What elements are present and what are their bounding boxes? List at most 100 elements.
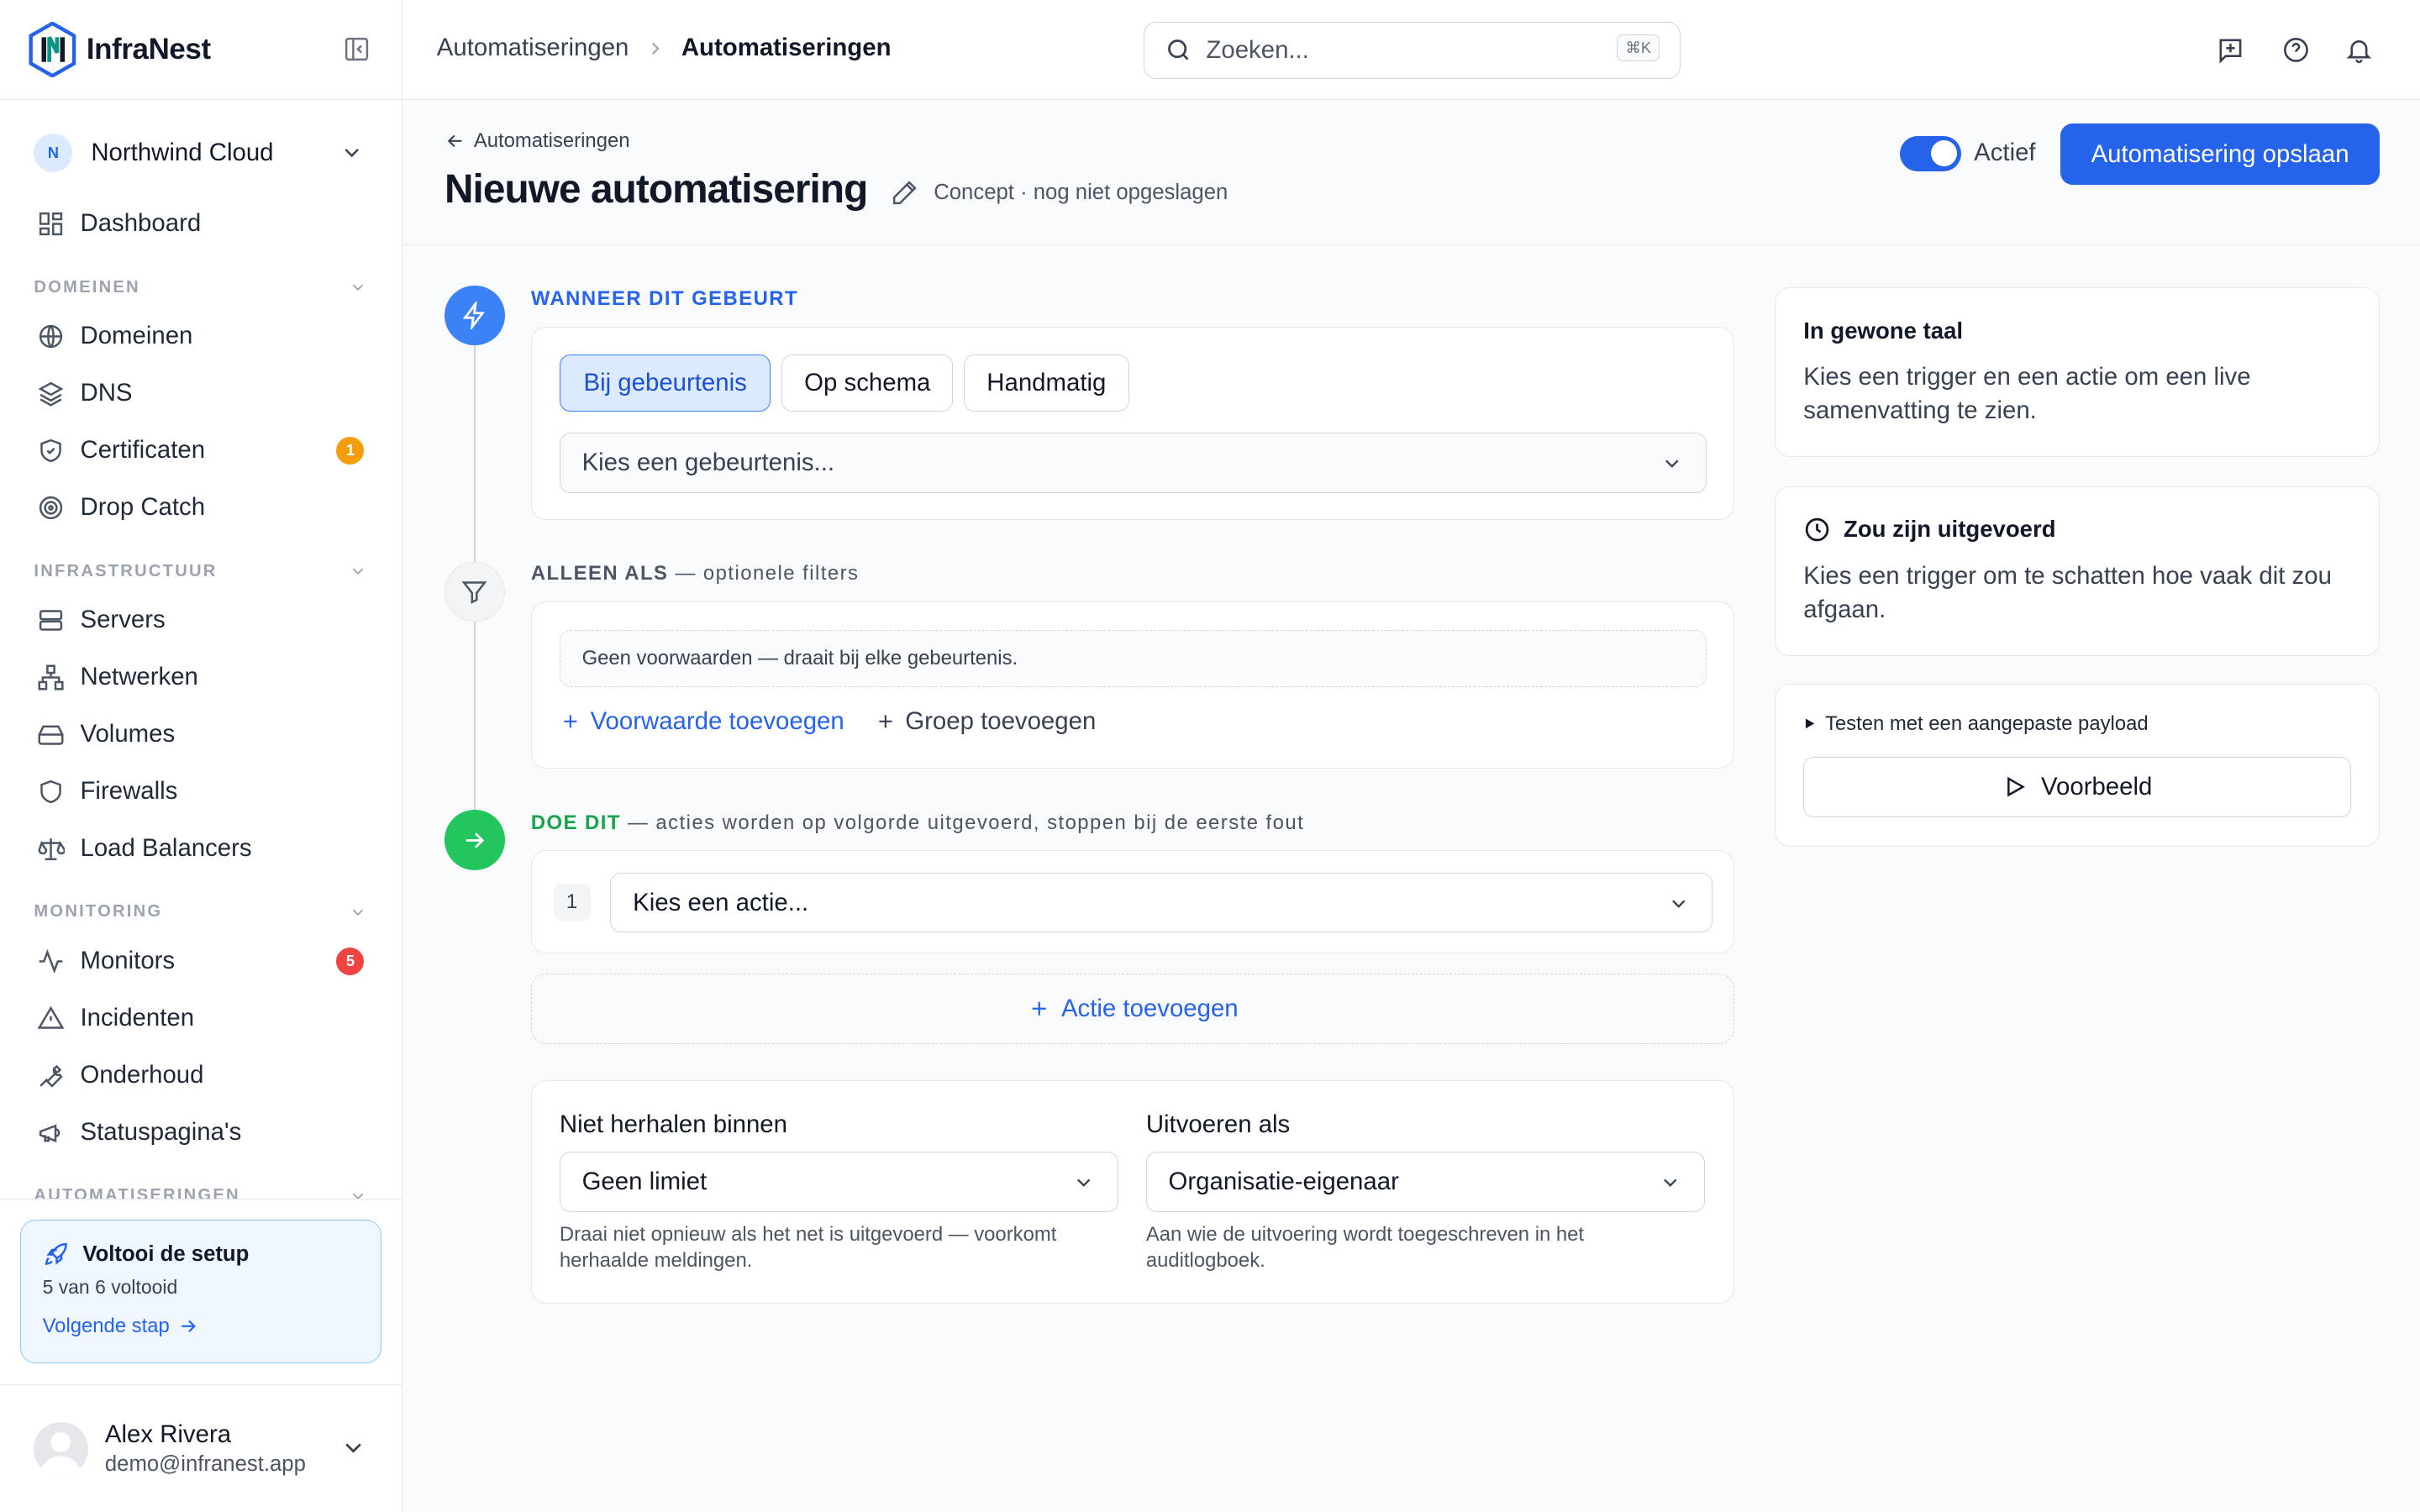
org-switcher[interactable]: N Northwind Cloud — [34, 133, 373, 173]
plain-language-title: In gewone taal — [1803, 317, 1964, 344]
would-run-body: Kies een trigger om te schatten hoe vaak… — [1803, 561, 2332, 624]
event-select[interactable]: Kies een gebeurtenis... — [559, 433, 1707, 493]
section-header-domains[interactable]: DOMEINEN — [34, 278, 367, 297]
sidebar-item-label: Firewalls — [80, 777, 178, 806]
filter-step-circle — [444, 561, 505, 622]
plain-language-body: Kies een trigger en een actie om een liv… — [1803, 362, 2251, 425]
action-select-value: Kies een actie... — [633, 888, 809, 916]
tab-on-schedule[interactable]: Op schema — [781, 354, 954, 412]
pencil-icon[interactable] — [891, 179, 918, 207]
arrow-right-icon — [466, 832, 485, 848]
certificates-badge: 1 — [336, 436, 365, 465]
caret-right-icon — [1806, 718, 1815, 729]
section-header-automations[interactable]: AUTOMATISERINGEN — [34, 1186, 367, 1200]
next-step-link[interactable]: Volgende stap — [43, 1315, 199, 1338]
sidebar: InfraNest N Northwind Cloud Dashboard DO… — [0, 0, 403, 1512]
plus-icon — [878, 715, 892, 728]
section-label: AUTOMATISERINGEN — [34, 1186, 240, 1200]
add-group-label: Groep toevoegen — [905, 707, 1097, 736]
sidebar-nav[interactable]: Dashboard DOMEINEN Domeinen DNS Certific… — [0, 193, 402, 1200]
action-select[interactable]: Kies een actie... — [610, 872, 1712, 933]
filters-card: Geen voorwaarden — draait bij elke gebeu… — [530, 601, 1735, 769]
sidebar-item-firewalls[interactable]: Firewalls — [37, 773, 367, 810]
throttle-help: Draai niet opnieuw als het net is uitgev… — [559, 1222, 1057, 1273]
chevron-down-icon — [345, 1443, 361, 1453]
sidebar-item-servers[interactable]: Servers — [37, 601, 367, 638]
section-label: MONITORING — [34, 902, 163, 921]
active-toggle[interactable] — [1899, 135, 1962, 171]
app-name: InfraNest — [86, 33, 211, 66]
sidebar-item-monitors[interactable]: Monitors 5 — [37, 942, 367, 979]
user-name: Alex Rivera — [104, 1420, 232, 1448]
wrench-icon — [39, 1064, 63, 1088]
user-menu[interactable]: Alex Rivera demo@infranest.app — [0, 1383, 402, 1512]
sidebar-item-dashboard[interactable]: Dashboard — [37, 205, 367, 242]
would-run-title: Zou zijn uitgevoerd — [1844, 516, 2056, 543]
search-shortcut: ⌘K — [1617, 34, 1660, 61]
user-avatar-icon — [34, 1421, 88, 1476]
breadcrumb-item[interactable]: Automatiseringen — [437, 34, 629, 62]
test-payload-label: Testen met een aangepaste payload — [1824, 711, 2149, 735]
user-email: demo@infranest.app — [104, 1452, 306, 1477]
sidebar-item-certificates[interactable]: Certificaten 1 — [37, 432, 367, 469]
clock-icon — [1806, 518, 1829, 542]
network-icon — [38, 664, 64, 690]
sidebar-item-incidents[interactable]: Incidenten — [37, 1000, 367, 1037]
org-avatar: N — [34, 133, 73, 172]
page-title: Nieuwe automatisering — [444, 167, 868, 213]
action-step-circle — [444, 810, 505, 870]
sidebar-item-label: Servers — [80, 606, 166, 634]
search-box[interactable]: ⌘K — [1143, 21, 1681, 79]
sidebar-item-label: Drop Catch — [80, 493, 206, 522]
sidebar-item-status-pages[interactable]: Statuspagina's — [37, 1114, 367, 1151]
section-header-monitoring[interactable]: MONITORING — [34, 902, 367, 921]
scale-icon — [38, 837, 66, 860]
bell-icon[interactable] — [2344, 35, 2374, 65]
plain-language-card: In gewone taal Kies een trigger en een a… — [1775, 286, 2381, 457]
chevron-down-icon — [1671, 900, 1686, 908]
help-icon[interactable] — [2281, 35, 2311, 65]
trigger-heading: WANNEER DIT GEBEURT — [530, 286, 799, 310]
tab-on-event[interactable]: Bij gebeurtenis — [559, 354, 771, 412]
sidebar-collapse-icon[interactable] — [343, 35, 371, 63]
add-condition-label: Voorwaarde toevoegen — [590, 707, 844, 736]
test-payload-toggle[interactable]: Testen met een aangepaste payload — [1803, 711, 2149, 736]
arrow-left-icon — [447, 135, 462, 148]
sidebar-item-label: Certificaten — [80, 436, 206, 465]
section-header-infra[interactable]: INFRASTRUCTUUR — [34, 562, 367, 581]
search-input[interactable] — [1206, 35, 1592, 65]
event-select-value: Kies een gebeurtenis... — [581, 449, 835, 477]
save-automation-button[interactable]: Automatisering opslaan — [2060, 123, 2381, 186]
throttle-select[interactable]: Geen limiet — [559, 1152, 1118, 1212]
sidebar-item-volumes[interactable]: Volumes — [37, 716, 367, 753]
add-action-button[interactable]: Actie toevoegen — [530, 973, 1735, 1045]
chevron-down-icon — [352, 284, 364, 291]
options-card: Niet herhalen binnen Geen limiet Draai n… — [530, 1079, 1735, 1304]
add-group-button[interactable]: Groep toevoegen — [875, 707, 1097, 736]
feedback-icon[interactable] — [2216, 35, 2245, 65]
layers-icon — [38, 381, 64, 407]
chevron-down-icon — [1665, 459, 1679, 469]
back-link[interactable]: Automatiseringen — [445, 129, 630, 153]
preview-label: Voorbeeld — [2041, 772, 2153, 801]
sidebar-item-maintenance[interactable]: Onderhoud — [37, 1057, 367, 1094]
monitors-badge: 5 — [336, 947, 365, 975]
run-as-select[interactable]: Organisatie-eigenaar — [1145, 1152, 1705, 1212]
setup-card[interactable]: Voltooi de setup 5 van 6 voltooid Volgen… — [19, 1219, 381, 1363]
no-conditions-message: Geen voorwaarden — draait bij elke gebeu… — [559, 630, 1707, 688]
activity-icon — [39, 948, 63, 974]
infranest-logo-icon — [29, 22, 76, 78]
filters-heading-label: ALLEEN ALS — [530, 561, 669, 585]
sidebar-item-drop-catch[interactable]: Drop Catch — [37, 489, 367, 526]
sidebar-item-load-balancers[interactable]: Load Balancers — [37, 830, 367, 867]
add-condition-button[interactable]: Voorwaarde toevoegen — [560, 707, 844, 736]
back-link-label: Automatiseringen — [473, 129, 630, 153]
section-label: DOMEINEN — [34, 277, 140, 297]
preview-button[interactable]: Voorbeeld — [1803, 756, 2352, 817]
sidebar-item-label: Volumes — [80, 720, 176, 748]
filter-icon — [461, 581, 487, 604]
tab-manual[interactable]: Handmatig — [964, 354, 1129, 412]
sidebar-item-dns[interactable]: DNS — [37, 375, 367, 412]
sidebar-item-domains[interactable]: Domeinen — [37, 318, 367, 354]
sidebar-item-networks[interactable]: Netwerken — [37, 659, 367, 696]
